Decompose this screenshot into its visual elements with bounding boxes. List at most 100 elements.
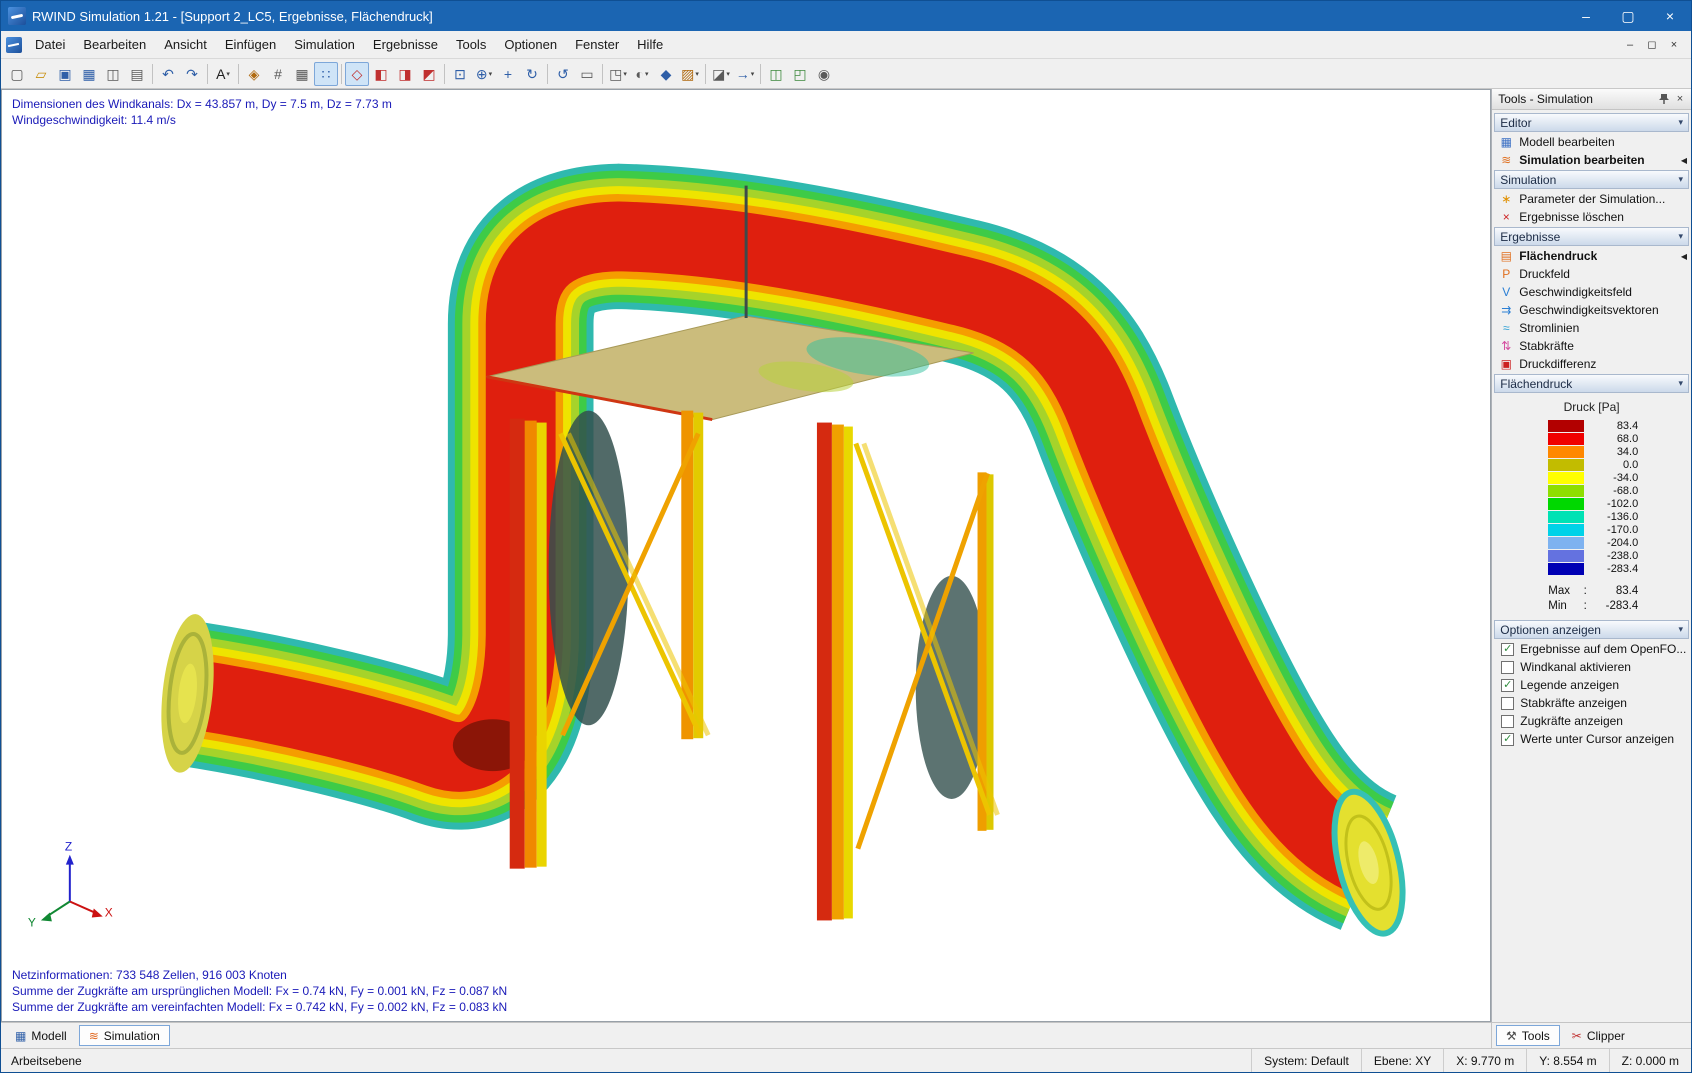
menu-bearbeiten[interactable]: Bearbeiten	[74, 31, 155, 58]
result-arrow-icon: →	[735, 65, 750, 82]
panel-item-flaechendruck[interactable]: ▤ Flächendruck ◀	[1494, 247, 1689, 265]
panel-item-geschwindigkeitsfeld[interactable]: V Geschwindigkeitsfeld	[1494, 283, 1689, 301]
save-button[interactable]: ▣	[53, 62, 77, 86]
cascade-windows-button[interactable]: ◫	[764, 62, 788, 86]
menu-datei[interactable]: Datei	[26, 31, 74, 58]
table-button[interactable]: ▦	[77, 62, 101, 86]
legende-anzeigen-checkbox[interactable]: ✓	[1501, 678, 1515, 692]
tab-modell[interactable]: ▦ Modell	[5, 1025, 77, 1046]
menu-ergebnisse[interactable]: Ergebnisse	[364, 31, 447, 58]
option-ergebnisse-auf-dem-openfo[interactable]: ✓ Ergebnisse auf dem OpenFO...	[1494, 640, 1689, 658]
redo-button[interactable]: ↷	[180, 62, 204, 86]
ergebnisse-auf-dem-openfo-checkbox[interactable]: ✓	[1501, 642, 1515, 656]
section-header-optionen[interactable]: Optionen anzeigen ▾	[1494, 620, 1689, 639]
option-stabkraefte-anzeigen[interactable]: Stabkräfte anzeigen	[1494, 694, 1689, 712]
options-list: ✓ Ergebnisse auf dem OpenFO... Windkanal a…	[1494, 640, 1689, 748]
option-zugkraefte-anzeigen[interactable]: Zugkräfte anzeigen	[1494, 712, 1689, 730]
panel-close-button[interactable]: ×	[1672, 91, 1688, 107]
cross-braces	[558, 432, 1000, 850]
result-arrow-button[interactable]: → ▾	[733, 62, 757, 86]
panel-item-modell-bearbeiten[interactable]: ▦ Modell bearbeiten	[1494, 133, 1689, 151]
tab-simulation[interactable]: ≋ Simulation	[78, 1025, 170, 1046]
rename-button[interactable]: A ▾	[211, 62, 235, 86]
color-scheme-button[interactable]: ▨ ▾	[678, 62, 702, 86]
orbit-button[interactable]: ↻	[520, 62, 544, 86]
dot-grid-button[interactable]: ∷	[314, 61, 338, 86]
menu-tools[interactable]: Tools	[447, 31, 495, 58]
option-werte-unter-cursor-anzeigen[interactable]: ✓ Werte unter Cursor anzeigen	[1494, 730, 1689, 748]
option-legende-anzeigen[interactable]: ✓ Legende anzeigen	[1494, 676, 1689, 694]
stabkraefte-anzeigen-checkbox[interactable]	[1501, 696, 1515, 710]
menu-einfuegen[interactable]: Einfügen	[216, 31, 285, 58]
section-header-flaechendruck[interactable]: Flächendruck ▾	[1494, 374, 1689, 393]
open-folder-button[interactable]: ▱	[29, 62, 53, 86]
app-icon[interactable]	[8, 7, 26, 25]
menu-ansicht[interactable]: Ansicht	[155, 31, 216, 58]
snap-button[interactable]: ◈	[242, 62, 266, 86]
guidelines-button[interactable]: #	[266, 62, 290, 86]
active-marker-icon: ◀	[1680, 251, 1687, 261]
section-header-ergebnisse[interactable]: Ergebnisse ▾	[1494, 227, 1689, 246]
legend-entry: 83.4	[1494, 419, 1689, 432]
panel-item-druckfeld[interactable]: P Druckfeld	[1494, 265, 1689, 283]
print-preview-button[interactable]: ◫	[101, 62, 125, 86]
tile-windows-button[interactable]: ◰	[788, 62, 812, 86]
mdi-minimize-button[interactable]: –	[1619, 35, 1641, 55]
pan-button[interactable]: +	[496, 62, 520, 86]
maximize-icon: ▢	[1621, 7, 1635, 24]
menu-hilfe[interactable]: Hilfe	[628, 31, 672, 58]
grid-button[interactable]: ▦	[290, 62, 314, 86]
axis-indicator: Z X Y	[28, 840, 113, 930]
zugkraefte-anzeigen-checkbox[interactable]	[1501, 714, 1515, 728]
new-file-button[interactable]: ▢	[5, 62, 29, 86]
clipping-box-button[interactable]: ▭	[575, 62, 599, 86]
snap-icon: ◈	[248, 65, 260, 82]
velocity-vectors-icon: ⇉	[1501, 303, 1512, 317]
render-mode-button[interactable]: ◆	[654, 62, 678, 86]
panel-item-simulation-bearbeiten[interactable]: ≋ Simulation bearbeiten ◀	[1494, 151, 1689, 169]
view-top-icon: ◩	[422, 65, 436, 82]
section-header-editor[interactable]: Editor ▾	[1494, 113, 1689, 132]
tab-clipper[interactable]: ✂ Clipper	[1562, 1025, 1635, 1046]
print-button[interactable]: ▤	[125, 62, 149, 86]
document-icon[interactable]	[6, 37, 22, 53]
windkanal-aktivieren-checkbox[interactable]	[1501, 660, 1515, 674]
menu-simulation[interactable]: Simulation	[285, 31, 364, 58]
panel-item-stabkraefte[interactable]: ⇅ Stabkräfte	[1494, 337, 1689, 355]
tab-tools[interactable]: ⚒ Tools	[1496, 1025, 1560, 1046]
panel-item-ergebnisse-loeschen[interactable]: × Ergebnisse löschen	[1494, 208, 1689, 226]
view-isometric-button[interactable]: ◇	[345, 61, 369, 86]
menu-fenster[interactable]: Fenster	[566, 31, 628, 58]
print-icon: ▤	[130, 65, 144, 82]
viewport-3d[interactable]: Z X Y Dimensionen des Windkanals: Dx = 4…	[1, 89, 1492, 1022]
menu-optionen[interactable]: Optionen	[495, 31, 566, 58]
save-icon: ▣	[58, 65, 72, 82]
maximize-button[interactable]: ▢	[1607, 1, 1649, 31]
close-button[interactable]: ×	[1649, 1, 1691, 31]
delete-results-icon: ×	[1502, 210, 1510, 224]
screenshot-button[interactable]: ◉	[812, 62, 836, 86]
section-plane-button[interactable]: ◪ ▾	[709, 62, 733, 86]
previous-view-button[interactable]: ↺	[551, 62, 575, 86]
view-front-button[interactable]: ◧	[369, 62, 393, 86]
display-options-button[interactable]: ◐ ▾	[630, 62, 654, 86]
max-value: 83.4	[1615, 584, 1639, 597]
workplane-button[interactable]: ◳ ▾	[606, 62, 630, 86]
view-side-button[interactable]: ◨	[393, 62, 417, 86]
panel-item-druckdifferenz[interactable]: ▣ Druckdifferenz	[1494, 355, 1689, 373]
werte-unter-cursor-anzeigen-checkbox[interactable]: ✓	[1501, 732, 1515, 746]
panel-item-stromlinien[interactable]: ≈ Stromlinien	[1494, 319, 1689, 337]
minimize-button[interactable]: –	[1565, 1, 1607, 31]
section-header-simulation[interactable]: Simulation ▾	[1494, 170, 1689, 189]
mdi-restore-button[interactable]: ◻	[1641, 35, 1663, 55]
panel-item-parameter-der-simulation[interactable]: ∗ Parameter der Simulation...	[1494, 190, 1689, 208]
option-windkanal-aktivieren[interactable]: Windkanal aktivieren	[1494, 658, 1689, 676]
view-top-button[interactable]: ◩	[417, 62, 441, 86]
zoom-window-button[interactable]: ⊡	[448, 62, 472, 86]
mdi-close-button[interactable]: ×	[1663, 35, 1685, 55]
panel-item-geschwindigkeitsvektoren[interactable]: ⇉ Geschwindigkeitsvektoren	[1494, 301, 1689, 319]
min-value: -283.4	[1605, 599, 1639, 612]
pin-icon[interactable]	[1656, 91, 1672, 107]
undo-button[interactable]: ↶	[156, 62, 180, 86]
zoom-button[interactable]: ⊕ ▾	[472, 62, 496, 86]
